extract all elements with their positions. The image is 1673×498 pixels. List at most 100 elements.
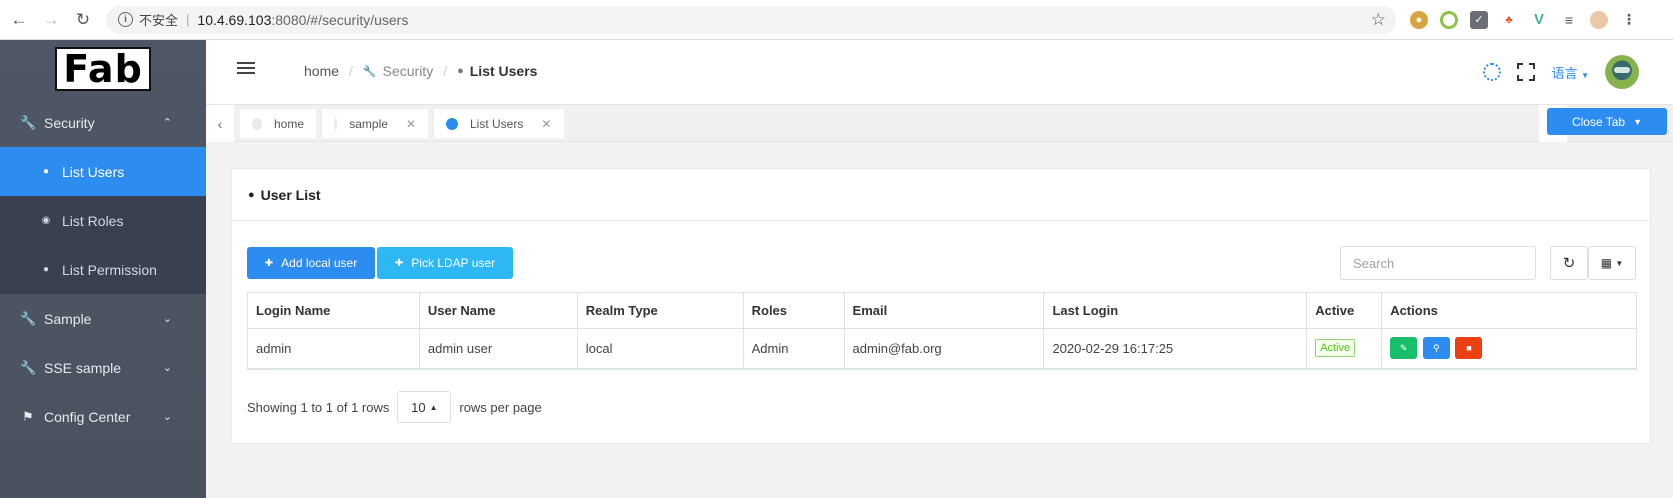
caret-down-icon: ▼ — [1615, 258, 1624, 268]
chevron-up-icon: ⌃ — [162, 117, 172, 129]
tab-list-users[interactable]: List Users ✕ — [434, 109, 564, 138]
users-icon: ● — [248, 188, 255, 201]
add-user-icon: ✚ — [394, 257, 404, 269]
forward-arrow-icon[interactable]: → — [38, 7, 64, 33]
sidebar-item-list-users[interactable]: ● List Users — [0, 147, 206, 196]
breadcrumb-security: Security — [382, 63, 434, 79]
column-header[interactable]: User Name — [418, 292, 578, 329]
tab-sample[interactable]: sample ✕ — [322, 109, 428, 138]
add-user-icon: ✚ — [264, 257, 274, 269]
status-badge: Active — [1315, 339, 1356, 358]
language-dropdown[interactable]: 语言 ▼ — [1551, 63, 1589, 82]
wrench-icon: ✎ — [1399, 343, 1408, 354]
caret-down-icon: ▼ — [1633, 116, 1643, 127]
sidebar-item-sse-sample[interactable]: 🔧 SSE sample ⌄ — [0, 343, 206, 392]
info-icon[interactable]: i — [118, 12, 133, 27]
profile-avatar-icon[interactable] — [1590, 10, 1608, 29]
cell-actions: ✎ ⚲ ■ — [1381, 328, 1637, 370]
search-input[interactable] — [1340, 246, 1536, 280]
shield-extension-icon[interactable]: ✓ — [1470, 10, 1488, 29]
media-queue-icon[interactable]: ≡ — [1560, 10, 1578, 29]
add-local-user-button[interactable]: ✚ Add local user — [247, 247, 375, 279]
wrench-icon: 🔧 — [20, 359, 37, 375]
url-divider: | — [186, 12, 190, 27]
browser-menu-icon[interactable]: ⋮ — [1620, 10, 1638, 29]
language-label: 语言 — [1551, 65, 1578, 81]
column-header[interactable]: Last Login — [1043, 292, 1308, 329]
trash-icon: ■ — [1466, 343, 1472, 354]
column-header[interactable]: Login Name — [247, 292, 420, 329]
app-logo[interactable]: Fab — [55, 47, 151, 91]
cell-user-name: admin user — [418, 328, 578, 370]
breadcrumb: home / 🔧 Security / ● List Users — [304, 63, 537, 79]
users-table: Login Name User Name Realm Type Roles Em… — [247, 292, 1637, 370]
vue-devtools-icon[interactable]: V — [1530, 10, 1548, 29]
cell-last-login: 2020-02-29 16:17:25 — [1043, 328, 1308, 370]
menu-toggle-icon[interactable] — [237, 62, 255, 76]
extensions-area: ● ✓ ♣ V ≡ ⋮ — [1410, 10, 1638, 29]
sidebar-item-list-permission[interactable]: ● List Permission — [0, 245, 206, 294]
url-host: 10.4.69.103 — [197, 11, 272, 28]
tab-label: List Users — [470, 116, 524, 131]
sidebar-item-security[interactable]: 🔧 Security ⌃ — [0, 98, 206, 147]
circle-icon: ● — [42, 264, 50, 275]
card-title-text: User List — [260, 186, 321, 203]
sidebar-item-sample[interactable]: 🔧 Sample ⌄ — [0, 294, 206, 343]
tab-status-dot — [252, 117, 262, 130]
sidebar-item-label: List Permission — [62, 261, 157, 278]
page-size-select[interactable]: 10 ▲ — [397, 391, 452, 423]
browser-toolbar: ← → ↻ i 不安全 | 10.4.69.103 :8080/#/securi… — [0, 0, 1673, 40]
rows-per-page-label: rows per page — [459, 399, 542, 415]
tab-status-dot — [446, 117, 458, 130]
fullscreen-icon[interactable] — [1517, 63, 1536, 81]
settings-gear-icon[interactable] — [1483, 63, 1502, 81]
cell-active: Active — [1306, 328, 1383, 370]
tabs-bar: ‹ home sample ✕ List Users ✕ › Close Tab… — [206, 104, 1673, 142]
cookie-extension-icon[interactable]: ● — [1410, 10, 1428, 29]
breadcrumb-current: List Users — [469, 63, 538, 79]
close-icon[interactable]: ✕ — [406, 117, 416, 131]
sidebar-item-label: List Roles — [62, 212, 124, 229]
close-icon[interactable]: ✕ — [541, 117, 551, 131]
delete-button[interactable]: ■ — [1455, 337, 1483, 360]
column-header[interactable]: Roles — [742, 292, 845, 329]
users-icon: ● — [42, 166, 50, 177]
sidebar-item-list-roles[interactable]: ◉ List Roles — [0, 196, 206, 245]
column-header[interactable]: Email — [843, 292, 1045, 329]
back-arrow-icon[interactable]: ← — [6, 7, 32, 33]
pick-ldap-user-button[interactable]: ✚ Pick LDAP user — [377, 247, 513, 279]
chevron-down-icon: ⌄ — [162, 313, 172, 325]
sidebar-item-label: List Users — [62, 163, 125, 180]
refresh-button[interactable]: ↻ — [1550, 246, 1588, 280]
sidebar-item-config-center[interactable]: ⚑ Config Center ⌄ — [0, 392, 206, 441]
close-tab-button[interactable]: Close Tab ▼ — [1547, 108, 1667, 135]
close-tab-label: Close Tab — [1571, 114, 1626, 129]
header-actions: 语言 ▼ — [1483, 40, 1673, 104]
view-button[interactable]: ⚲ — [1422, 337, 1450, 360]
tabs-scroll-left-icon[interactable]: ‹ — [206, 105, 234, 142]
cell-roles: Admin — [742, 328, 845, 370]
tab-status-dot — [334, 117, 338, 130]
ring-extension-icon[interactable] — [1440, 10, 1458, 29]
tab-home[interactable]: home — [240, 109, 316, 138]
table-row: admin admin user local Admin admin@fab.o… — [247, 328, 1637, 370]
address-bar[interactable]: i 不安全 | 10.4.69.103 :8080/#/security/use… — [106, 5, 1396, 34]
grid-icon: ▦ — [1600, 256, 1613, 270]
sidebar-item-label: Security — [44, 114, 95, 131]
bookmark-star-icon[interactable]: ☆ — [1371, 10, 1386, 30]
wrench-icon: 🔧 — [362, 65, 377, 78]
avatar[interactable] — [1605, 55, 1639, 89]
security-submenu: ● List Users ◉ List Roles ● List Permiss… — [0, 147, 206, 294]
network-extension-icon[interactable]: ♣ — [1500, 10, 1518, 29]
sidebar-item-label: Config Center — [44, 408, 131, 425]
users-icon: ● — [457, 65, 464, 77]
columns-toggle-button[interactable]: ▦ ▼ — [1588, 246, 1636, 280]
reload-icon[interactable]: ↻ — [70, 7, 96, 33]
column-header[interactable]: Realm Type — [576, 292, 744, 329]
caret-down-icon: ▼ — [1581, 70, 1589, 80]
edit-button[interactable]: ✎ — [1390, 337, 1418, 360]
button-label: Pick LDAP user — [411, 256, 496, 270]
cell-email: admin@fab.org — [843, 328, 1045, 370]
column-header[interactable]: Active — [1306, 292, 1383, 329]
breadcrumb-home[interactable]: home — [304, 63, 339, 79]
